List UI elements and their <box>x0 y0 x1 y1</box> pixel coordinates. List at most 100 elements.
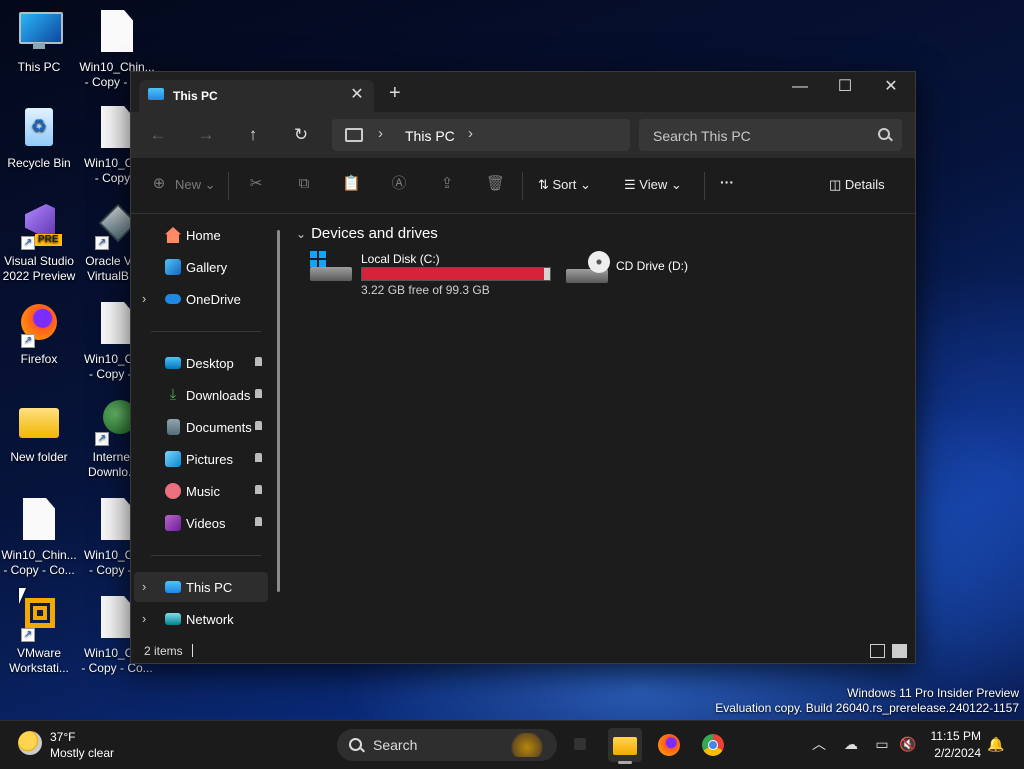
taskbar-firefox[interactable] <box>652 728 686 762</box>
volume-muted-icon[interactable]: 🔇 <box>899 735 917 753</box>
rename-icon[interactable]: Ⓐ <box>390 175 408 193</box>
large-icons-view-icon[interactable] <box>892 644 907 658</box>
close-tab-icon[interactable]: ✕ <box>347 85 367 105</box>
pin-icon[interactable] <box>255 421 262 430</box>
tab-this-pc[interactable]: This PC ✕ <box>139 80 374 112</box>
search-box[interactable] <box>639 119 902 151</box>
shortcut-arrow-icon: ↗ <box>95 432 109 446</box>
clock-date[interactable]: 2/2/2024 <box>934 746 981 760</box>
sidebar-item-this-pc[interactable]: › This PC <box>134 572 268 602</box>
taskbar-search[interactable]: Search <box>337 729 557 761</box>
pin-icon[interactable] <box>255 485 262 494</box>
new-tab-button[interactable]: + <box>389 83 401 103</box>
status-bar: 2 items <box>131 638 915 663</box>
windows-logo-icon <box>310 251 326 267</box>
onedrive-icon <box>165 294 181 304</box>
address-bar[interactable]: › This PC › <box>332 119 630 151</box>
pin-icon[interactable] <box>255 517 262 526</box>
pictures-icon <box>165 451 181 467</box>
forward-button[interactable]: → <box>193 124 219 146</box>
copy-icon[interactable]: ⧉ <box>295 175 313 193</box>
evaluation-watermark: Windows 11 Pro Insider Preview Evaluatio… <box>715 686 1019 715</box>
delete-icon[interactable]: 🗑 <box>486 175 505 193</box>
sidebar-item-gallery[interactable]: Gallery <box>134 252 268 282</box>
visual-studio-icon: PRE ↗ <box>15 204 63 250</box>
search-input[interactable] <box>651 125 875 147</box>
desktop-icon-this-pc[interactable]: This PC <box>0 10 78 75</box>
up-button[interactable]: ↑ <box>240 124 266 146</box>
expand-chevron-icon[interactable]: › <box>142 611 146 626</box>
file-icon <box>93 10 141 56</box>
search-icon <box>878 128 890 140</box>
close-window-button[interactable]: ✕ <box>868 72 914 102</box>
sidebar-scrollbar[interactable] <box>277 230 280 592</box>
pre-badge: PRE <box>35 234 62 246</box>
disk-usage-bar <box>361 267 551 281</box>
desktop-icon-firefox[interactable]: ↗ Firefox <box>0 302 78 367</box>
sidebar-item-downloads[interactable]: ⤓ Downloads <box>134 380 268 410</box>
more-options-button[interactable]: ··· <box>720 174 734 190</box>
divider <box>228 172 229 200</box>
minimize-button[interactable]: — <box>777 72 823 102</box>
details-view-icon[interactable] <box>870 644 885 658</box>
cloud-offline-icon[interactable]: ☁ <box>842 735 860 753</box>
desktop-icon-vmware[interactable]: ↗ VMware Workstati... <box>0 596 78 676</box>
sidebar-item-videos[interactable]: Videos <box>134 508 268 538</box>
pin-icon[interactable] <box>255 357 262 366</box>
taskbar-chrome[interactable] <box>696 728 730 762</box>
sidebar-item-network[interactable]: › Network <box>134 604 268 634</box>
breadcrumb-separator-icon[interactable]: › <box>468 125 473 142</box>
file-explorer-icon <box>613 737 637 755</box>
tab-title: This PC <box>173 89 218 103</box>
desktop-icon-recycle-bin[interactable]: ♻ Recycle Bin <box>0 106 78 171</box>
divider <box>704 172 705 200</box>
back-button[interactable]: ← <box>145 124 171 146</box>
desktop-icon-visual-studio[interactable]: PRE ↗ Visual Studio 2022 Preview <box>0 204 78 284</box>
task-view-icon[interactable] <box>574 738 586 750</box>
taskbar-file-explorer[interactable] <box>608 728 642 764</box>
sidebar-item-home[interactable]: Home <box>134 220 268 250</box>
search-icon <box>349 738 362 751</box>
sort-button[interactable]: ⇅ Sort ⌄ <box>538 177 591 193</box>
clock-time[interactable]: 11:15 PM <box>931 729 981 743</box>
collapse-chevron-icon: ⌄ <box>296 227 307 241</box>
breadcrumb-separator-icon[interactable]: › <box>378 125 383 142</box>
new-label: New <box>175 177 202 192</box>
sidebar-item-pictures[interactable]: Pictures <box>134 444 268 474</box>
active-indicator <box>618 761 632 764</box>
notifications-bell-icon[interactable]: 🔔 <box>987 735 1005 753</box>
divider <box>151 331 261 332</box>
network-status-icon[interactable]: ▭ <box>873 735 891 753</box>
drive-cd-d[interactable]: CD Drive (D:) <box>566 251 696 291</box>
new-button[interactable]: New ⌄ <box>175 177 216 193</box>
videos-icon <box>165 515 181 531</box>
sidebar-item-music[interactable]: Music <box>134 476 268 506</box>
navigation-pane: Home Gallery › OneDrive Desktop ⤓ Downlo… <box>131 214 289 634</box>
sidebar-item-documents[interactable]: Documents <box>134 412 268 442</box>
paste-icon[interactable]: 📋 <box>342 175 361 193</box>
cut-icon[interactable]: ✂ <box>247 175 265 193</box>
details-button[interactable]: ◫ Details <box>829 177 885 193</box>
shortcut-arrow-icon: ↗ <box>95 236 109 250</box>
desktop-icon-new-folder[interactable]: New folder <box>0 400 78 465</box>
view-label: View <box>639 177 668 192</box>
expand-chevron-icon[interactable]: › <box>142 291 146 306</box>
drive-local-disk-c[interactable]: Local Disk (C:) 3.22 GB free of 99.3 GB <box>310 251 555 301</box>
expand-chevron-icon[interactable]: › <box>142 579 146 594</box>
refresh-button[interactable]: ↻ <box>288 124 314 146</box>
desktop-icon-win10-file[interactable]: Win10_Chin... - Copy - Co... <box>0 498 78 578</box>
sidebar-item-onedrive[interactable]: › OneDrive <box>134 284 268 314</box>
sidebar-item-desktop[interactable]: Desktop <box>134 348 268 378</box>
folder-icon <box>15 400 63 446</box>
maximize-button[interactable]: ☐ <box>822 72 868 102</box>
view-button[interactable]: ☰ View ⌄ <box>624 177 682 193</box>
breadcrumb-this-pc[interactable]: This PC <box>405 128 455 144</box>
pin-icon[interactable] <box>255 389 262 398</box>
weather-moon-icon <box>18 731 42 755</box>
pin-icon[interactable] <box>255 453 262 462</box>
divider <box>522 172 523 200</box>
show-hidden-icons-chevron-icon[interactable]: ︿ <box>810 735 828 753</box>
home-icon <box>165 227 181 243</box>
share-icon[interactable]: ⇪ <box>438 175 456 193</box>
section-header-devices-and-drives[interactable]: ⌄ Devices and drives <box>296 225 438 242</box>
